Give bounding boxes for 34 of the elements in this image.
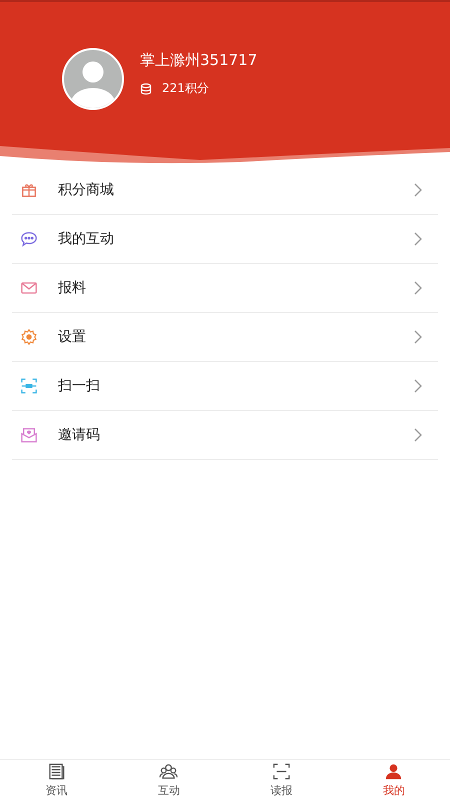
nav-tab[interactable]: 我的 [338, 760, 450, 800]
chevron-icon [414, 330, 422, 344]
scan-icon [20, 377, 38, 395]
menu-label: 我的互动 [58, 230, 115, 248]
menu-label: 扫一扫 [58, 377, 101, 395]
menu-item[interactable]: 设置 [12, 313, 438, 362]
chat-icon [20, 230, 38, 248]
chevron-icon [414, 281, 422, 295]
scan-icon [272, 762, 291, 781]
menu-item[interactable]: 邀请码 [12, 411, 438, 460]
nav-tab[interactable]: 读报 [225, 760, 338, 800]
chevron-icon [414, 428, 422, 442]
chevron-icon [414, 379, 422, 393]
person-icon [384, 762, 404, 781]
menu-label: 邀请码 [58, 426, 101, 444]
menu-item[interactable]: 积分商城 [12, 166, 438, 215]
nav-tab[interactable]: 资讯 [0, 760, 112, 800]
avatar-icon[interactable] [62, 48, 124, 110]
menu-item[interactable]: 报料 [12, 264, 438, 313]
coins-icon [140, 82, 152, 94]
points-text: 221积分 [162, 80, 209, 97]
menu-item[interactable]: 扫一扫 [12, 362, 438, 411]
chevron-icon [414, 183, 422, 197]
user-name: 掌上滁州351717 [140, 51, 258, 70]
menu-label: 设置 [58, 328, 87, 346]
newspaper-icon [46, 762, 66, 781]
menu-label: 报料 [58, 279, 87, 297]
people-icon [159, 762, 178, 781]
nav-tab[interactable]: 互动 [112, 760, 225, 800]
chevron-icon [414, 232, 422, 246]
gear-icon [20, 328, 38, 346]
menu-item[interactable]: 我的互动 [12, 215, 438, 264]
menu-label: 积分商城 [58, 181, 115, 199]
invite-icon [20, 426, 38, 444]
